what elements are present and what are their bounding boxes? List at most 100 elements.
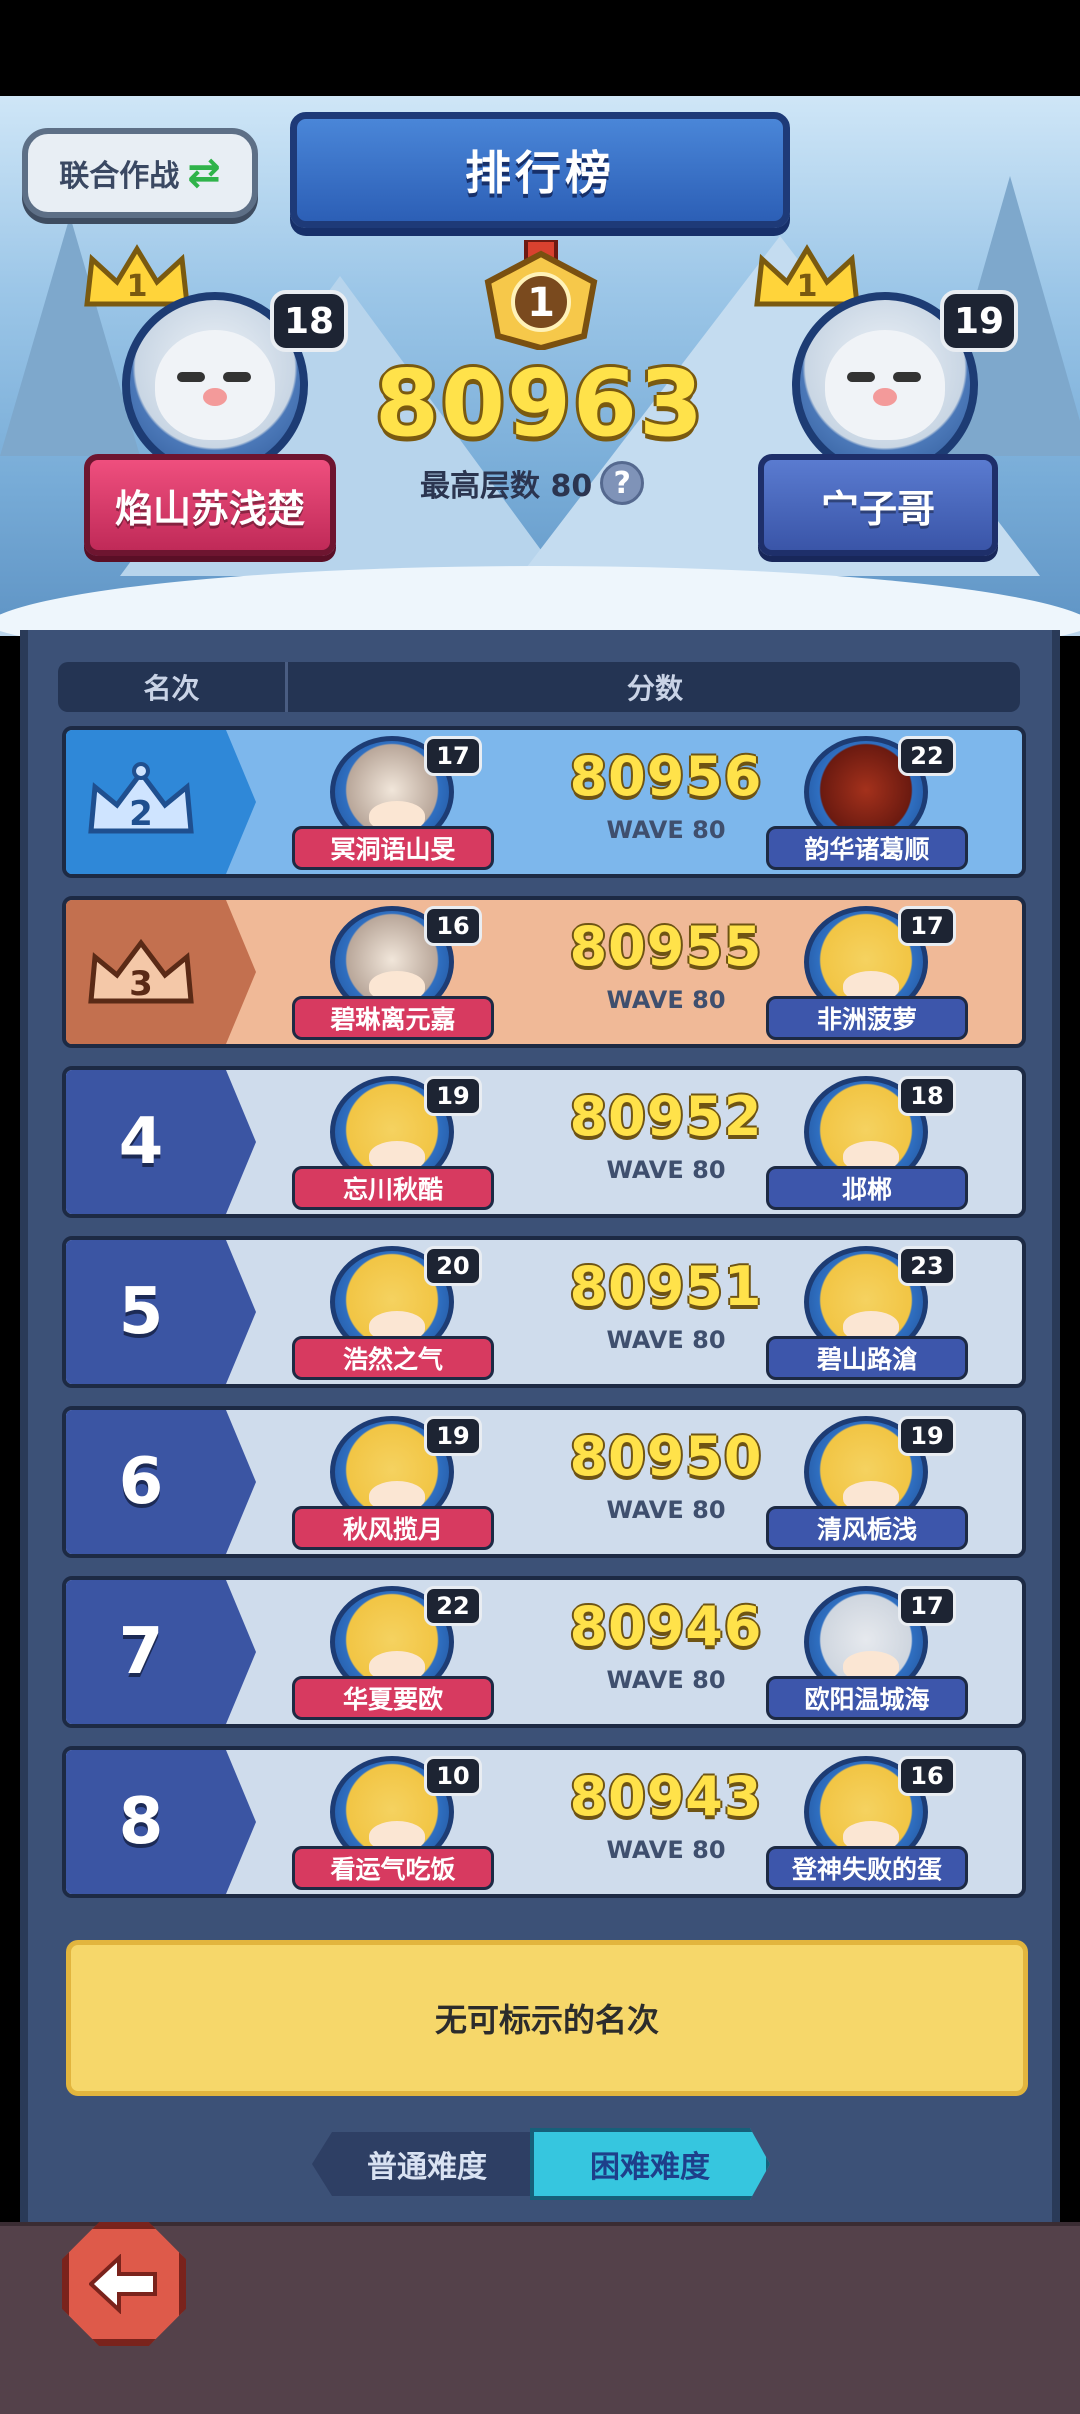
table-row[interactable]: 2 17 冥洞语山旻 80956 WAVE 80 22 韵华诸葛顺	[62, 726, 1026, 878]
page-title: 排行榜	[465, 146, 615, 200]
player-name: 看运气吃饭	[292, 1846, 494, 1890]
player-left[interactable]: 10 看运气吃饭	[292, 1756, 494, 1894]
co-op-label: 联合作战	[59, 159, 180, 194]
table-row[interactable]: 4 19 忘川秋酷 80952 WAVE 80 18 邶郴	[62, 1066, 1026, 1218]
score-cell: 80955 WAVE 80	[536, 912, 796, 1042]
player-left[interactable]: 20 浩然之气	[292, 1246, 494, 1384]
player-right[interactable]: 16 登神失败的蛋	[766, 1756, 968, 1894]
level-badge: 10	[424, 1756, 482, 1796]
rank-number: 6	[118, 1445, 164, 1519]
player-name-plate: 焰山苏浅楚	[84, 454, 336, 556]
co-op-button[interactable]: 联合作战 ⇄	[22, 128, 258, 218]
svg-text:2: 2	[129, 794, 153, 834]
player-name: 华夏要欧	[292, 1676, 494, 1720]
level-badge: 19	[940, 290, 1018, 352]
rank-cell: 2	[66, 730, 256, 874]
rank-cell: 6	[66, 1410, 256, 1554]
silver-crown-icon: 2	[88, 762, 194, 834]
player-name: 韵华诸葛顺	[766, 826, 968, 870]
svg-text:1: 1	[527, 280, 555, 326]
wave-label: WAVE 80	[606, 1836, 726, 1864]
wave-label: WAVE 80	[606, 986, 726, 1014]
level-badge: 18	[898, 1076, 956, 1116]
score-value: 80946	[569, 1595, 763, 1658]
rank-cell: 3	[66, 900, 256, 1044]
back-arrow-icon	[89, 2254, 157, 2314]
player-name: 浩然之气	[292, 1336, 494, 1380]
swap-icon: ⇄	[187, 150, 221, 196]
player-name: 欧阳温城海	[766, 1676, 968, 1720]
rank-cell: 7	[66, 1580, 256, 1724]
player-right[interactable]: 17 欧阳温城海	[766, 1586, 968, 1724]
table-row[interactable]: 5 20 浩然之气 80951 WAVE 80 23 碧山路滄	[62, 1236, 1026, 1388]
my-rank-bar: 无可标示的名次	[66, 1940, 1028, 2096]
level-badge: 20	[424, 1246, 482, 1286]
level-badge: 19	[898, 1416, 956, 1456]
player-right[interactable]: 17 非洲菠萝	[766, 906, 968, 1044]
player-name: 邶郴	[766, 1166, 968, 1210]
player-right[interactable]: 18 邶郴	[766, 1076, 968, 1214]
snow-ledge	[0, 566, 1080, 636]
score-cell: 80952 WAVE 80	[536, 1082, 796, 1212]
level-badge: 17	[898, 906, 956, 946]
level-badge: 19	[424, 1416, 482, 1456]
player-name: 秋风揽月	[292, 1506, 494, 1550]
player-left[interactable]: 19 秋风揽月	[292, 1416, 494, 1554]
player-left[interactable]: 16 碧琳离元嘉	[292, 906, 494, 1044]
rank-number: 4	[118, 1105, 164, 1179]
player-left[interactable]: 17 冥洞语山旻	[292, 736, 494, 874]
score-value: 80952	[569, 1085, 763, 1148]
table-row[interactable]: 8 10 看运气吃饭 80943 WAVE 80 16 登神失败的蛋	[62, 1746, 1026, 1898]
score-cell: 80946 WAVE 80	[536, 1592, 796, 1722]
player-name: 非洲菠萝	[766, 996, 968, 1040]
difficulty-toggle: 普通难度 困难难度	[312, 2128, 770, 2200]
rank-number: 8	[118, 1785, 164, 1859]
player-left[interactable]: 22 华夏要欧	[292, 1586, 494, 1724]
top-score: 80963	[374, 350, 706, 457]
table-row[interactable]: 3 16 碧琳离元嘉 80955 WAVE 80 17 非洲菠萝	[62, 896, 1026, 1048]
player-name: 冥洞语山旻	[292, 826, 494, 870]
rank-cell: 4	[66, 1070, 256, 1214]
player-name: 登神失败的蛋	[766, 1846, 968, 1890]
level-badge: 16	[424, 906, 482, 946]
back-button[interactable]	[62, 2222, 186, 2346]
bronze-crown-icon: 3	[88, 938, 194, 1004]
page-title-banner: 排行榜	[290, 112, 790, 228]
wave-label: WAVE 80	[606, 1326, 726, 1354]
rank-cell: 8	[66, 1750, 256, 1894]
score-cell: 80956 WAVE 80	[536, 742, 796, 872]
score-value: 80955	[569, 915, 763, 978]
rank-number: 5	[118, 1275, 164, 1349]
player-right[interactable]: 23 碧山路滄	[766, 1246, 968, 1384]
level-badge: 18	[270, 290, 348, 352]
difficulty-hard-tab[interactable]: 困难难度	[530, 2128, 770, 2200]
level-badge: 17	[424, 736, 482, 776]
level-badge: 16	[898, 1756, 956, 1796]
table-row[interactable]: 7 22 华夏要欧 80946 WAVE 80 17 欧阳温城海	[62, 1576, 1026, 1728]
level-badge: 19	[424, 1076, 482, 1116]
max-floor: 最高层数 80 ?	[420, 458, 645, 508]
rank-number: 7	[118, 1615, 164, 1689]
player-name: 忘川秋酷	[292, 1166, 494, 1210]
table-row[interactable]: 6 19 秋风揽月 80950 WAVE 80 19 清风栀浅	[62, 1406, 1026, 1558]
svg-text:3: 3	[129, 964, 153, 1004]
player-name: 碧山路滄	[766, 1336, 968, 1380]
player-name-plate: 宀子哥	[758, 454, 998, 556]
player-name: 碧琳离元嘉	[292, 996, 494, 1040]
wave-label: WAVE 80	[606, 1496, 726, 1524]
column-score: 分数	[626, 672, 683, 705]
wave-label: WAVE 80	[606, 1156, 726, 1184]
column-header: 名次 分数	[58, 662, 1020, 712]
player-right[interactable]: 22 韵华诸葛顺	[766, 736, 968, 874]
level-badge: 17	[898, 1586, 956, 1626]
column-rank: 名次	[58, 662, 288, 712]
svg-text:1: 1	[127, 269, 148, 304]
wave-label: WAVE 80	[606, 1666, 726, 1694]
player-left[interactable]: 19 忘川秋酷	[292, 1076, 494, 1214]
max-floor-label: 最高层数 80	[420, 469, 593, 504]
score-cell: 80950 WAVE 80	[536, 1422, 796, 1552]
difficulty-normal-tab[interactable]: 普通难度	[312, 2132, 542, 2196]
level-badge: 22	[898, 736, 956, 776]
player-right[interactable]: 19 清风栀浅	[766, 1416, 968, 1554]
help-icon[interactable]: ?	[600, 461, 645, 505]
